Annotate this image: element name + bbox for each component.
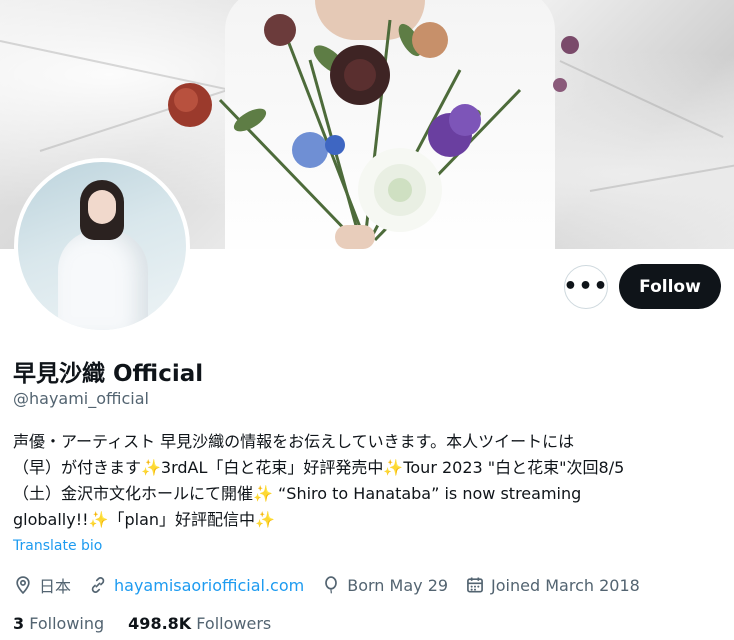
location-item: 日本 xyxy=(13,573,71,597)
profile-stats: 3 Following 498.8K Followers xyxy=(13,614,295,633)
bio-line: 声優・アーティスト 早見沙織の情報をお伝えしていきます。本人ツイートには xyxy=(13,432,575,451)
birthday-item: Born May 29 xyxy=(321,575,448,595)
calendar-icon xyxy=(467,577,483,593)
balloon-icon xyxy=(325,576,338,594)
avatar-dress xyxy=(58,230,148,330)
followers-count: 498.8K xyxy=(128,614,192,633)
bio-line: （土）金沢市文化ホールにて開催✨ “Shiro to Hanataba” is … xyxy=(13,484,582,503)
more-horizontal-icon: ••• xyxy=(563,274,609,299)
joined-item: Joined March 2018 xyxy=(465,575,640,595)
avatar-face xyxy=(88,190,116,224)
profile-avatar[interactable] xyxy=(14,158,190,334)
followers-label: Followers xyxy=(196,614,272,633)
following-link[interactable]: 3 Following xyxy=(13,614,104,633)
website-link[interactable]: hayamisaoriofficial.com xyxy=(114,576,304,595)
location-text: 日本 xyxy=(39,577,72,596)
follow-button[interactable]: Follow xyxy=(619,264,721,309)
website-item: hayamisaoriofficial.com xyxy=(88,575,304,595)
bouquet-image xyxy=(168,14,579,242)
followers-link[interactable]: 498.8K Followers xyxy=(128,614,271,633)
more-options-button[interactable]: ••• xyxy=(563,265,609,309)
user-handle: @hayami_official xyxy=(13,389,149,408)
profile-bio: 声優・アーティスト 早見沙織の情報をお伝えしていきます。本人ツイートには （早）… xyxy=(13,429,723,533)
following-label: Following xyxy=(29,614,105,633)
link-icon xyxy=(91,577,105,593)
birthday-text: Born May 29 xyxy=(347,575,449,595)
joined-text: Joined March 2018 xyxy=(491,575,640,595)
bio-line: globally!!✨「plan」好評配信中✨ xyxy=(13,510,275,529)
bio-line: （早）が付きます✨3rdAL「白と花束」好評発売中✨Tour 2023 "白と花… xyxy=(13,458,625,477)
profile-meta: 日本 hayamisaoriofficial.com Born May 29 J… xyxy=(13,572,657,598)
banner-hand xyxy=(335,225,375,249)
following-count: 3 xyxy=(13,614,25,633)
display-name: 早見沙織 Official xyxy=(13,361,204,387)
translate-bio-link[interactable]: Translate bio xyxy=(13,538,102,554)
location-pin-icon xyxy=(16,576,30,595)
